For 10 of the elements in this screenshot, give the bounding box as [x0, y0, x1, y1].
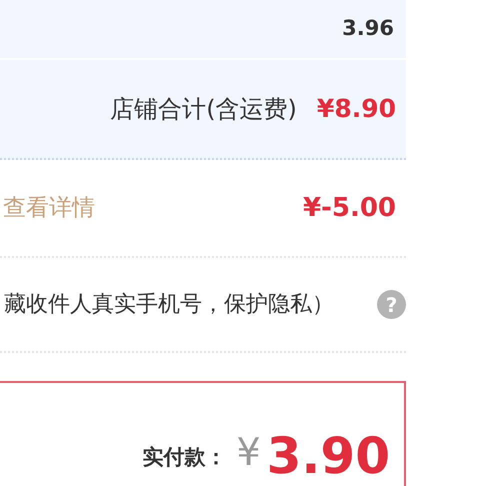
subtotal-value: 3.96 — [342, 15, 394, 42]
payment-label: 实付款： — [142, 444, 226, 470]
store-total-label: 店铺合计(含运费) — [110, 94, 297, 125]
discount-amount: ¥-5.00 — [302, 192, 396, 224]
store-total-price: ¥8.90 — [316, 93, 396, 126]
help-icon[interactable]: ? — [377, 290, 406, 319]
privacy-note: 藏收件人真实手机号，保护隐私） — [4, 291, 334, 319]
view-details-link[interactable]: 查看详情 — [3, 190, 95, 226]
currency-sign: ¥ — [236, 429, 261, 476]
payment-amount: 3.90 — [266, 431, 390, 481]
